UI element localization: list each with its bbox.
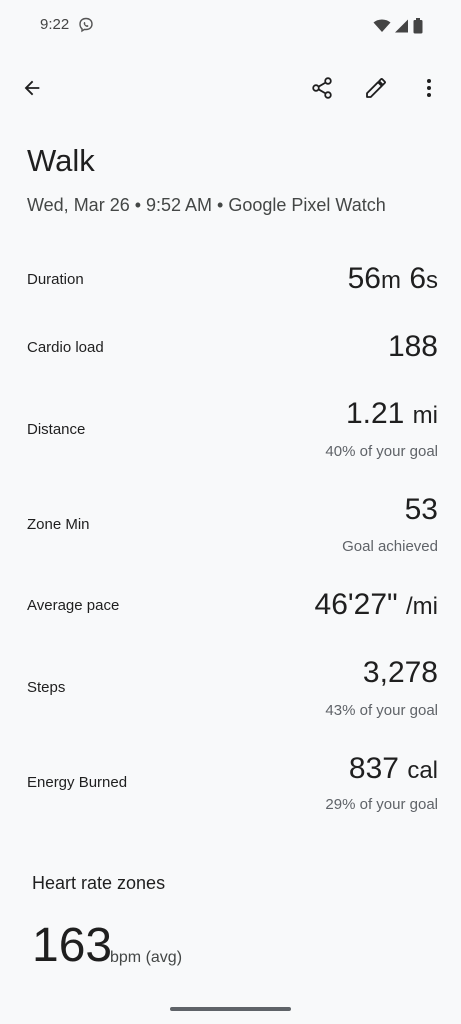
distance-value: 1.21 mi xyxy=(346,397,438,431)
share-icon xyxy=(312,77,332,99)
edit-icon xyxy=(366,78,386,98)
duration-seconds: 6 xyxy=(409,262,426,295)
distance-label: Distance xyxy=(27,421,86,438)
energy-burned-goal: 29% of your goal xyxy=(325,796,438,813)
cardio-load-label: Cardio load xyxy=(27,339,104,356)
energy-burned-number: 837 xyxy=(348,752,399,785)
energy-burned-value: 837 cal xyxy=(349,752,438,786)
energy-burned-label: Energy Burned xyxy=(27,774,128,791)
duration-value: 56m 6s xyxy=(348,262,438,296)
edit-button[interactable] xyxy=(356,68,396,108)
signal-icon xyxy=(395,19,408,33)
status-bar: 9:22 xyxy=(0,0,461,52)
heart-rate-unit: bpm (avg) xyxy=(110,949,183,966)
zone-min-goal: Goal achieved xyxy=(342,538,438,555)
distance-goal: 40% of your goal xyxy=(325,443,438,460)
more-options-button[interactable] xyxy=(409,68,449,108)
average-pace-unit: /mi xyxy=(406,593,438,620)
duration-seconds-unit: s xyxy=(426,267,438,294)
energy-burned-unit: cal xyxy=(407,757,438,784)
viber-icon xyxy=(79,17,93,33)
more-vert-icon xyxy=(427,79,431,97)
activity-subtitle: Wed, Mar 26 • 9:52 AM • Google Pixel Wat… xyxy=(27,195,386,215)
heart-rate-average-value: 163 xyxy=(32,919,113,972)
status-time: 9:22 xyxy=(40,16,70,33)
back-arrow-icon xyxy=(24,80,40,96)
back-button[interactable] xyxy=(12,68,52,108)
wifi-icon xyxy=(373,19,391,32)
average-pace-number: 46'27" xyxy=(314,588,398,621)
duration-label: Duration xyxy=(27,271,84,288)
app-bar xyxy=(0,62,461,114)
distance-number: 1.21 xyxy=(345,397,405,430)
steps-value: 3,278 xyxy=(362,656,438,689)
distance-unit: mi xyxy=(412,402,438,429)
duration-minutes: 56 xyxy=(347,262,381,295)
home-gesture-bar[interactable] xyxy=(170,1007,291,1011)
activity-title: Walk xyxy=(27,143,95,178)
steps-goal: 43% of your goal xyxy=(325,702,438,719)
battery-icon xyxy=(413,18,423,34)
zone-min-label: Zone Min xyxy=(27,516,90,533)
zone-min-value: 53 xyxy=(404,493,438,526)
steps-label: Steps xyxy=(27,679,66,696)
average-pace-label: Average pace xyxy=(27,597,120,614)
cardio-load-value: 188 xyxy=(387,330,438,363)
average-pace-value: 46'27" /mi xyxy=(315,588,438,622)
duration-minutes-unit: m xyxy=(380,267,401,294)
share-button[interactable] xyxy=(302,68,342,108)
heart-rate-zones-heading: Heart rate zones xyxy=(32,873,166,893)
